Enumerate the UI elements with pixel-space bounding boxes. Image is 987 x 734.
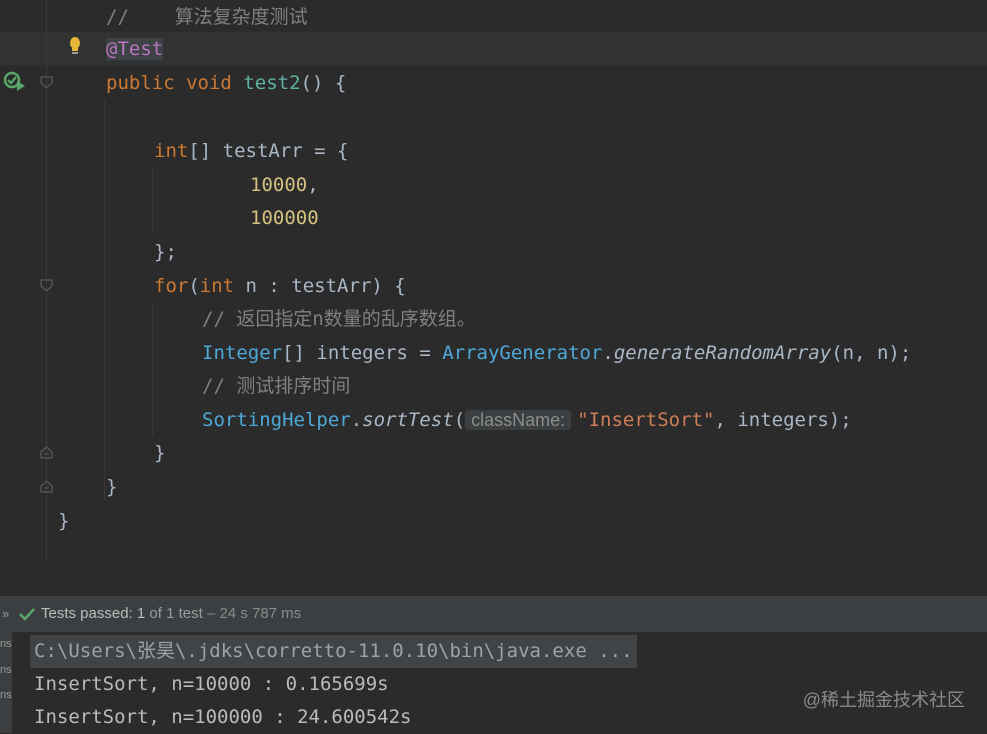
code-text: .: [602, 342, 614, 364]
run-test-icon[interactable]: [3, 71, 27, 93]
test-status-text: Tests passed: 1 of 1 test – 24 s 787 ms: [41, 596, 301, 632]
test-total: of 1 test: [149, 605, 203, 622]
indent-guide: [104, 100, 105, 500]
static-method: generateRandomArray: [613, 342, 832, 364]
parameter-hint: className:: [465, 410, 572, 430]
fold-marker-icon[interactable]: [40, 76, 53, 89]
console-command: C:\Users\张昊\.jdks\corretto-11.0.10\bin\j…: [30, 635, 637, 668]
code-text: };: [154, 241, 177, 263]
code-text: [] integers =: [282, 342, 443, 364]
class-name: SortingHelper: [202, 409, 351, 431]
keyword-void: void: [186, 72, 232, 94]
fold-marker-icon[interactable]: [40, 480, 53, 493]
test-status-bar: » Tests passed: 1 of 1 test – 24 s 787 m…: [0, 596, 987, 632]
class-name: Integer: [202, 342, 283, 364]
code-line-11[interactable]: Integer[] integers = ArrayGenerator.gene…: [202, 336, 911, 370]
watermark: @稀土掘金技术社区: [802, 690, 965, 710]
code-line-10[interactable]: // 返回指定n数量的乱序数组。: [202, 302, 476, 336]
code-text: () {: [300, 72, 347, 94]
indent-guide: [152, 168, 153, 234]
fold-marker-icon[interactable]: [40, 279, 53, 292]
code-text: n : testArr) {: [234, 275, 406, 297]
code-line-9[interactable]: for(int n : testArr) {: [154, 269, 406, 303]
code-line-12[interactable]: // 测试排序时间: [202, 369, 350, 403]
console-output-line: InsertSort, n=100000 : 24.600542s: [34, 706, 412, 728]
class-name: ArrayGenerator: [442, 342, 603, 364]
code-line-16[interactable]: }: [58, 504, 69, 538]
number-literal: 100000: [250, 207, 319, 229]
comment: // 返回指定n数量的乱序数组。: [202, 308, 476, 330]
test-annotation: @Test: [106, 38, 164, 60]
expand-arrows-icon[interactable]: »: [2, 596, 9, 632]
code-text: ,: [307, 174, 319, 196]
console-output-line: InsertSort, n=10000 : 0.165699s: [34, 673, 389, 695]
code-line-5[interactable]: int[] testArr = {: [154, 134, 348, 168]
indent-guide: [152, 302, 153, 436]
code-text: (n, n);: [831, 342, 912, 364]
tree-label: ns: [0, 689, 12, 701]
keyword-int: int: [154, 140, 189, 162]
code-text: }: [154, 442, 166, 464]
method-name: test2: [243, 72, 301, 94]
code-text: , integers);: [714, 409, 852, 431]
code-line-13[interactable]: SortingHelper.sortTest(className: "Insert…: [202, 403, 852, 437]
tree-label: ns: [0, 638, 12, 650]
code-line-1[interactable]: // 算法复杂度测试: [106, 0, 308, 34]
keyword-public: public: [106, 72, 175, 94]
keyword-for: for: [154, 275, 189, 297]
panel-divider: [0, 562, 987, 596]
code-line-8[interactable]: };: [154, 235, 177, 269]
code-text: }: [106, 476, 118, 498]
code-text: .: [350, 409, 363, 431]
test-status-prefix: Tests passed:: [41, 605, 133, 622]
console-output[interactable]: ns ns ns C:\Users\张昊\.jdks\corretto-11.0…: [0, 632, 987, 733]
lightbulb-icon[interactable]: [67, 36, 83, 56]
string-literal: "InsertSort": [577, 409, 715, 431]
test-count: 1: [136, 605, 146, 622]
code-text: }: [58, 510, 70, 532]
code-line-2[interactable]: @Test: [106, 32, 164, 66]
check-icon: [19, 608, 35, 621]
comment: // 算法复杂度测试: [106, 6, 308, 28]
test-duration: – 24 s 787 ms: [206, 605, 302, 622]
code-line-15[interactable]: }: [106, 470, 117, 504]
code-text: (: [188, 275, 200, 297]
comment: // 测试排序时间: [202, 375, 351, 397]
test-tree-strip: ns ns ns: [0, 632, 12, 733]
keyword-int: int: [199, 275, 235, 297]
number-literal: 10000: [250, 174, 308, 196]
tree-label: ns: [0, 664, 12, 676]
code-line-7[interactable]: 100000: [250, 201, 319, 235]
code-text: [] testArr = {: [188, 140, 349, 162]
code-line-14[interactable]: }: [154, 436, 165, 470]
code-editor[interactable]: // 算法复杂度测试 @Test public void test2() { i…: [0, 0, 987, 562]
fold-marker-icon[interactable]: [40, 446, 53, 459]
code-line-6[interactable]: 10000,: [250, 168, 319, 202]
code-text: (: [453, 409, 466, 431]
code-line-3[interactable]: public void test2() {: [106, 66, 346, 100]
static-method: sortTest: [362, 409, 454, 431]
